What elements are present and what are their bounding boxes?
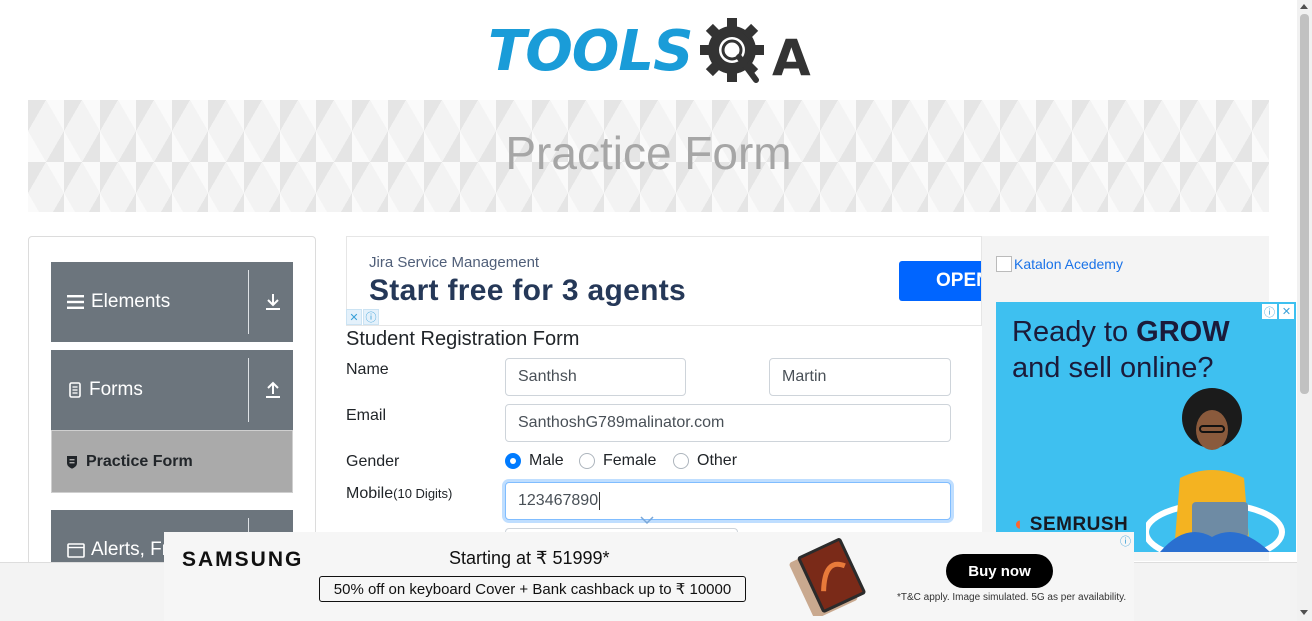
divider [248,270,249,334]
close-icon[interactable]: ✕ [346,309,362,325]
radio-label: Other [697,452,738,469]
shield-icon [67,455,77,469]
katalon-alt-text: Katalon Acedemy [1014,256,1123,272]
page-title: Practice Form [505,127,792,179]
sidebar-group-alerts-label: Alerts, Fr [91,539,169,560]
name-label: Name [346,361,389,378]
logo-suffix: A [772,29,811,87]
jira-ad[interactable]: Jira Service Management Start free for 3… [346,236,982,326]
info-icon[interactable]: ⓘ [1262,304,1277,319]
ad-choices[interactable]: ⓘ ✕ [1262,304,1294,319]
divider [248,358,249,422]
page-scrollbar[interactable] [1297,0,1312,621]
info-icon[interactable]: ⓘ [1120,533,1131,549]
mobile-label-text: Mobile [346,485,394,502]
window-icon [67,543,85,558]
scroll-up-icon[interactable] [1300,4,1308,9]
toolsqa-logo[interactable]: TOOLS A [488,14,812,92]
mobile-input[interactable]: 123467890 [505,482,951,520]
gear-magnifier-icon [700,18,764,83]
sidebar-item-practice-form[interactable]: Practice Form [51,430,293,493]
gender-radio-male[interactable]: Male [505,452,564,470]
ad-open-button[interactable]: OPEN [899,261,981,301]
mobile-hint: (10 Digits) [393,486,453,501]
sidebar-group-forms-label: Forms [89,379,143,400]
ad-brand: Jira Service Management [369,254,540,271]
ad-choices[interactable]: ✕ ⓘ [346,309,379,325]
mobile-label: Mobile(10 Digits) [346,485,452,503]
semrush-headline: Ready to GROW and sell online? [1012,314,1230,386]
samsung-offer: 50% off on keyboard Cover + Bank cashbac… [319,576,746,602]
text-cursor [599,492,601,510]
last-name-input[interactable]: Martin [769,358,951,396]
samsung-brand: SAMSUNG [182,548,304,571]
info-icon[interactable]: ⓘ [363,309,379,325]
tablet-image [789,538,866,616]
sidebar-group-forms[interactable]: Forms [51,350,293,430]
form-title: Student Registration Form [346,328,580,350]
radio-button[interactable] [673,453,689,469]
document-icon [69,382,81,398]
email-label: Email [346,407,387,424]
first-name-input[interactable]: Santhsh [505,358,686,396]
sidebar-group-label: Forms [67,350,143,430]
sidebar-group-label: Elements [67,262,170,342]
upload-arrow-icon [266,381,280,398]
samsung-tnc: *T&C apply. Image simulated. 5G as per a… [897,592,1127,603]
sidebar-item-label: Practice Form [86,452,193,470]
gender-label: Gender [346,453,400,470]
gender-radio-other[interactable]: Other [673,452,737,470]
chevron-down-icon [640,516,654,525]
semrush-headline-2: and sell online? [1012,352,1214,384]
ad-headline: Start free for 3 agents [369,274,686,307]
radio-button[interactable] [579,453,595,469]
samsung-ad[interactable]: SAMSUNG Starting at ₹ 51999* 50% off on … [164,532,1134,621]
radio-label: Female [603,452,657,469]
scroll-down-icon[interactable] [1300,610,1308,615]
radio-button-checked[interactable] [505,453,521,469]
samsung-price: Starting at ₹ 51999* [449,548,610,568]
sidebar-group-elements-label: Elements [91,291,171,312]
logo-text: TOOLS [488,19,693,84]
semrush-headline-1: Ready to [1012,316,1137,348]
download-arrow-icon [266,294,280,310]
semrush-headline-grow: GROW [1136,316,1230,348]
radio-label: Male [529,452,564,469]
hamburger-icon [67,295,84,309]
mobile-value: 123467890 [518,492,599,509]
gender-radio-female[interactable]: Female [579,452,656,470]
sidebar-group-elements[interactable]: Elements [51,262,293,342]
email-input[interactable]: SanthoshG789malinator.com [505,404,951,442]
page-banner: Practice Form [28,100,1269,212]
broken-image-icon [996,256,1012,272]
close-icon[interactable]: ✕ [1279,304,1294,319]
semrush-ad[interactable]: Ready to GROW and sell online? ◖ SEMRUSH… [996,302,1296,552]
katalon-ad-link[interactable]: Katalon Acedemy [996,256,1123,272]
buy-now-button[interactable]: Buy now [946,554,1053,588]
scrollbar-thumb[interactable] [1300,14,1309,394]
person-illustration [1146,388,1285,552]
